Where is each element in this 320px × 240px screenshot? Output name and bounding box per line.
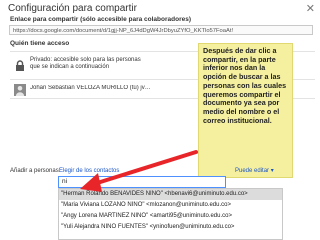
suggestion-item[interactable]: "Herman Rolando BENAVIDES NINO" <hbenavi…	[59, 189, 282, 200]
suggestion-item[interactable]: "Angy Lorena MARTINEZ NINO" <amarti95@un…	[59, 211, 282, 222]
close-icon[interactable]: ✕	[306, 2, 315, 15]
add-people-input[interactable]: ni	[58, 176, 226, 188]
privacy-status: Privado: accesible solo para las persona…	[30, 57, 170, 71]
suggestion-item[interactable]: "Yuli Alejandra NINO FUENTES" <yninofuen…	[59, 222, 282, 233]
privacy-line-2: que se indican a continuación	[30, 64, 110, 70]
owner-entry: Johan Sebastian VELOZA MURILLO (tú) jv…	[30, 85, 151, 91]
dialog-title: Configuración para compartir	[8, 3, 137, 14]
instruction-callout: Después de dar clic a compartir, en la p…	[198, 43, 293, 178]
choose-contacts-link[interactable]: Elegir de los contactos	[59, 168, 119, 174]
privacy-line-1: Privado: accesible solo para las persona…	[30, 57, 141, 63]
permission-dropdown[interactable]: Puede editar ▾	[235, 167, 274, 174]
who-has-access-label: Quién tiene acceso	[10, 40, 70, 47]
add-people-label: Añadir a personas:	[10, 168, 61, 174]
suggestion-item[interactable]: "Maria Viviana LOZANO NINO" <mlozanon@un…	[59, 200, 282, 211]
share-link-label: Enlace para compartir (sólo accesible pa…	[10, 16, 191, 23]
suggestion-list: "Herman Rolando BENAVIDES NINO" <hbenavi…	[58, 188, 283, 240]
person-icon	[14, 84, 26, 96]
lock-icon	[16, 60, 24, 71]
share-link-field[interactable]: https://docs.google.com/document/d/1gjj-…	[9, 25, 313, 35]
